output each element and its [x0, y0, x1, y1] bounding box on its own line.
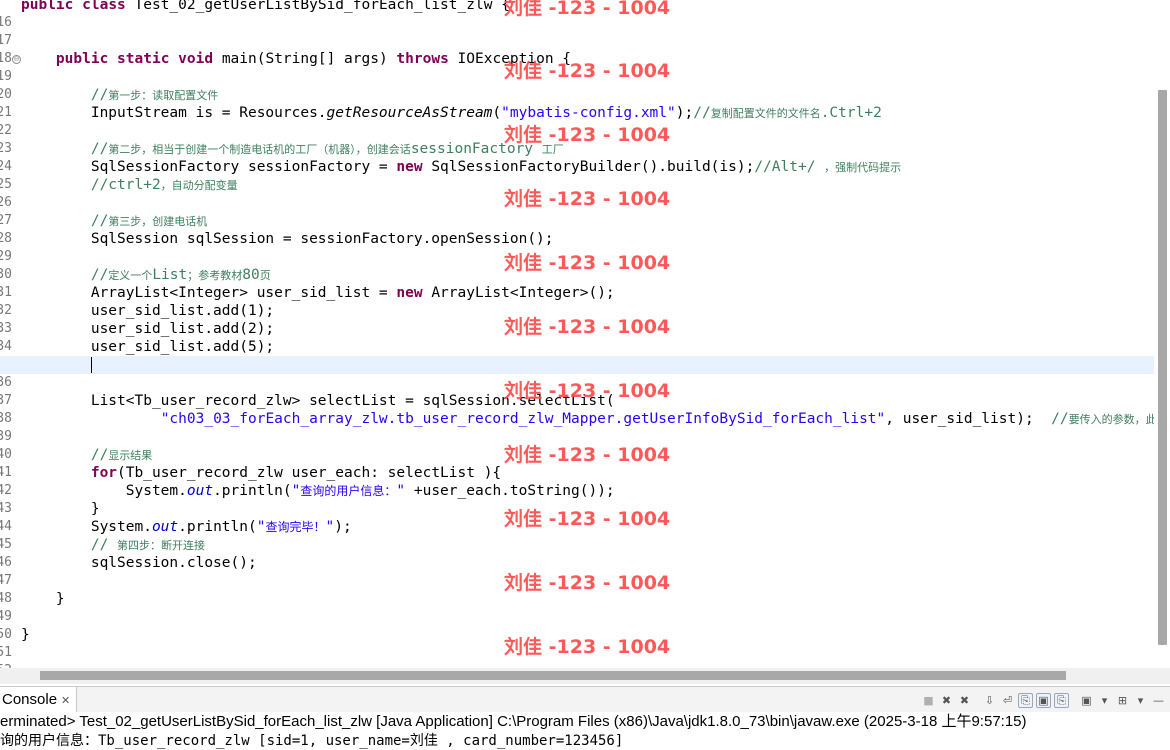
code-text: System.out.println("查询完毕！");	[21, 519, 352, 535]
code-line[interactable]: 43 System.out.println("查询的用户信息：" +user_e…	[0, 482, 1154, 516]
code-line[interactable]: 21 //第一步：读取配置文件	[0, 86, 1154, 120]
code-text: InputStream is = Resources.getResourceAs…	[21, 105, 882, 121]
code-line[interactable]: 20	[0, 68, 1154, 102]
code-line[interactable]: 17	[0, 14, 1154, 48]
code-text: "ch03_03_forEach_array_zlw.tb_user_recor…	[160, 411, 1157, 427]
code-text: //定义一个List；参考教材80页	[90, 267, 271, 283]
show-console-icon[interactable]: ▣	[1036, 692, 1051, 708]
code-text: SqlSession sqlSession = sessionFactory.o…	[21, 231, 554, 247]
code-text: user_sid_list.add(1);	[21, 303, 275, 319]
code-line[interactable]: 38 List<Tb_user_record_zlw> selectList =…	[0, 392, 1154, 426]
word-wrap-icon[interactable]: ⎘	[1018, 692, 1033, 708]
code-text: sqlSession.close();	[21, 555, 257, 571]
code-line[interactable]: 49 }	[0, 590, 1154, 624]
code-line[interactable]: 37	[0, 374, 1154, 408]
code-line[interactable]: 40	[0, 428, 1154, 462]
current-code-line[interactable]: 36	[0, 356, 1154, 390]
code-text: //第三步，创建电话机	[90, 213, 208, 229]
code-line[interactable]: 42 for(Tb_user_record_zlw user_each: sel…	[0, 464, 1154, 498]
code-line[interactable]: 24 //第二步，相当于创建一个制造电话机的工厂（机器），创建会话session…	[0, 140, 1154, 174]
console-launch-status: erminated> Test_02_getUserListBySid_forE…	[0, 713, 1027, 730]
console-view-toolbar: Console ✕ ■ ✖ ✖ ⇩ ⏎ ⎘ ▣ ⎘ ▣ ▾ ⊞ ▾ —	[0, 686, 1170, 714]
code-line[interactable]: 45 System.out.println("查询完毕！");	[0, 518, 1154, 552]
terminate-icon[interactable]: ■	[921, 693, 936, 708]
code-line[interactable]: 30	[0, 248, 1154, 282]
code-text: //ctrl+2，自动分配变量	[90, 177, 238, 193]
code-text: }	[21, 501, 100, 517]
code-line[interactable]: 16 public class Test_02_getUserListBySid…	[0, 0, 1154, 30]
dropdown-icon[interactable]: ▾	[1097, 693, 1112, 708]
code-text: SqlSessionFactory sessionFactory = new S…	[21, 159, 902, 175]
remove-all-terminated-icon[interactable]: ✖	[957, 693, 972, 708]
code-line[interactable]: 31 //定义一个List；参考教材80页	[0, 266, 1154, 300]
eclipse-workbench: 16 public class Test_02_getUserListBySid…	[0, 0, 1170, 750]
view-menu-icon[interactable]: ▾	[1133, 693, 1148, 708]
code-text: }	[21, 627, 30, 643]
code-line[interactable]: 44 }	[0, 500, 1154, 534]
fold-icon[interactable]: ⊖	[12, 55, 21, 64]
close-icon[interactable]: ✕	[61, 695, 70, 707]
code-text: List<Tb_user_record_zlw> selectList = sq…	[21, 393, 615, 409]
console-tab-label: Console	[2, 691, 58, 708]
code-text: // 第四步：断开连接	[90, 537, 206, 553]
code-line[interactable]: 26 //ctrl+2，自动分配变量	[0, 176, 1154, 210]
remove-launch-icon[interactable]: ✖	[939, 693, 954, 708]
console-toolbar-actions: ■ ✖ ✖ ⇩ ⏎ ⎘ ▣ ⎘ ▣ ▾ ⊞ ▾ —	[921, 691, 1166, 709]
scroll-lock-icon[interactable]: ⏎	[1000, 693, 1015, 708]
code-text: user_sid_list.add(5);	[21, 339, 275, 355]
code-line[interactable]: 25 SqlSessionFactory sessionFactory = ne…	[0, 158, 1154, 192]
code-line[interactable]: 50	[0, 608, 1154, 642]
code-line[interactable]: 51 }	[0, 626, 1154, 660]
code-line[interactable]: 18	[0, 32, 1154, 66]
console-output-line: 询的用户信息：Tb_user_record_zlw [sid=1, user_n…	[0, 733, 624, 749]
toolbar-separator	[975, 693, 979, 708]
code-line[interactable]: 39 "ch03_03_forEach_array_zlw.tb_user_re…	[0, 410, 1157, 444]
code-line[interactable]: 33 user_sid_list.add(1);	[0, 302, 1154, 336]
vertical-scrollbar-thumb[interactable]	[1158, 90, 1167, 645]
code-text	[21, 356, 92, 374]
pin-console-icon[interactable]: ⎘	[1054, 692, 1069, 708]
code-line[interactable]: 19 public static void main(String[] args…	[0, 50, 1154, 84]
toolbar-separator	[1072, 693, 1076, 708]
code-line[interactable]: 46 // 第四步：断开连接	[0, 536, 1154, 570]
code-line[interactable]: 34 user_sid_list.add(2);	[0, 320, 1154, 354]
code-line[interactable]: 52	[0, 644, 1154, 668]
code-text: ArrayList<Integer> user_sid_list = new A…	[21, 285, 615, 301]
code-line[interactable]: 35 user_sid_list.add(5);	[0, 338, 1154, 372]
display-selected-console-icon[interactable]: ▣	[1079, 693, 1094, 708]
java-code-editor[interactable]: 16 public class Test_02_getUserListBySid…	[0, 0, 1170, 668]
text-caret	[90, 357, 92, 373]
clear-console-icon[interactable]: ⇩	[982, 693, 997, 708]
code-text: for(Tb_user_record_zlw user_each: select…	[90, 465, 502, 481]
code-line[interactable]: 41 //显示结果	[0, 446, 1154, 480]
code-line[interactable]: 28 //第三步，创建电话机	[0, 212, 1154, 246]
code-line[interactable]: 27	[0, 194, 1154, 228]
code-text: }	[21, 591, 65, 607]
open-console-icon[interactable]: ⊞	[1115, 693, 1130, 708]
code-text: public static void main(String[] args) t…	[55, 51, 572, 67]
horizontal-scrollbar-thumb[interactable]	[40, 671, 1066, 680]
code-text: //显示结果	[90, 447, 153, 463]
tab-console[interactable]: Console ✕	[0, 687, 78, 713]
code-line[interactable]: 48	[0, 572, 1154, 606]
code-line[interactable]: 47 sqlSession.close();	[0, 554, 1154, 588]
code-text: //第一步：读取配置文件	[90, 87, 219, 103]
code-line[interactable]: 32 ArrayList<Integer> user_sid_list = ne…	[0, 284, 1154, 318]
code-text: //第二步，相当于创建一个制造电话机的工厂（机器），创建会话sessionFac…	[90, 141, 564, 157]
code-text: public class Test_02_getUserListBySid_fo…	[21, 0, 510, 13]
code-line[interactable]: 23	[0, 122, 1154, 156]
code-text: user_sid_list.add(2);	[21, 321, 275, 337]
code-text: System.out.println("查询的用户信息：" +user_each…	[21, 483, 615, 499]
minimize-icon[interactable]: —	[1151, 693, 1166, 708]
code-line[interactable]: 29 SqlSession sqlSession = sessionFactor…	[0, 230, 1154, 264]
code-line[interactable]: 22 InputStream is = Resources.getResourc…	[0, 104, 1154, 138]
